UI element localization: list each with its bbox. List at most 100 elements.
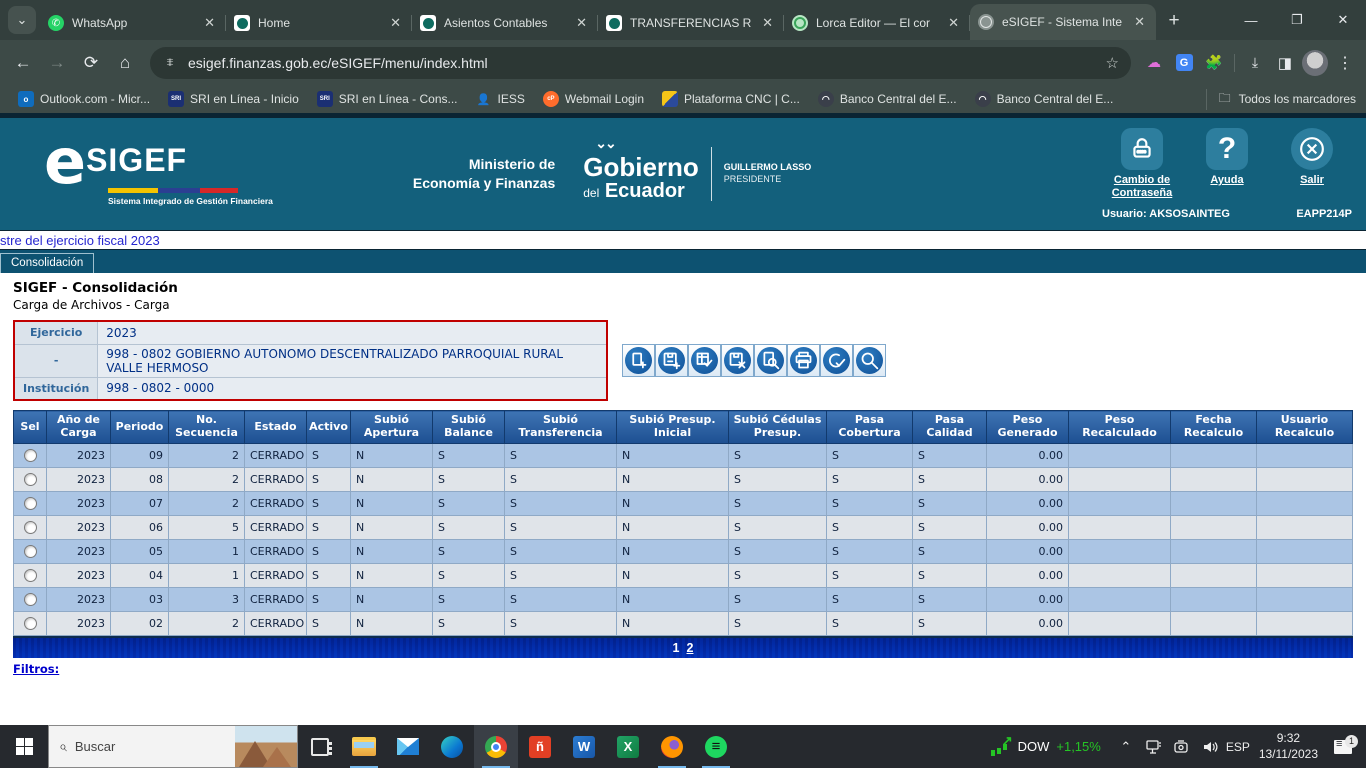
exit-button[interactable]: Salir	[1272, 128, 1352, 200]
task-view-taskbar-button[interactable]	[298, 725, 342, 768]
table-cell: N	[351, 564, 433, 588]
tab-close-icon[interactable]: ✕	[945, 15, 962, 31]
row-radio-button[interactable]	[24, 497, 37, 510]
table-cell	[1171, 588, 1257, 612]
language-indicator[interactable]: ESP	[1225, 727, 1251, 767]
window-close-button[interactable]: ✕	[1320, 0, 1366, 40]
carga-table: SelAño de CargaPeriodoNo. SecuenciaEstad…	[13, 410, 1353, 636]
bookmark-star-icon[interactable]: ☆	[1106, 54, 1119, 72]
taskbar-search-box[interactable]: ⌕ Buscar	[48, 725, 298, 768]
tab-close-icon[interactable]: ✕	[1131, 14, 1148, 30]
bookmark-item[interactable]: Banco Central del E...	[810, 88, 965, 110]
clock[interactable]: 9:32 13/11/2023	[1253, 731, 1324, 762]
profile-avatar[interactable]	[1302, 50, 1328, 76]
url-text[interactable]: esigef.finanzas.gob.ec/eSIGEF/menu/index…	[188, 55, 1096, 71]
new-tab-button[interactable]: +	[1160, 7, 1188, 35]
tab-close-icon[interactable]: ✕	[387, 15, 404, 31]
downloads-icon[interactable]: ⤓	[1242, 50, 1268, 76]
tab-close-icon[interactable]: ✕	[759, 15, 776, 31]
page-number-link[interactable]: 2	[687, 641, 694, 655]
stock-widget[interactable]: DOW +1,15%	[983, 738, 1109, 756]
save-upload-button[interactable]	[655, 344, 688, 377]
validate-grid-button[interactable]	[688, 344, 721, 377]
cast-icon[interactable]	[1169, 727, 1195, 767]
extensions-puzzle-icon[interactable]: 🧩	[1201, 50, 1227, 76]
notification-center-button[interactable]: 1	[1326, 740, 1360, 754]
file-explorer-taskbar-button[interactable]	[342, 725, 386, 768]
site-info-icon[interactable]: ⩨	[162, 55, 178, 71]
help-button[interactable]: ? Ayuda	[1187, 128, 1267, 200]
bookmark-item[interactable]: Plataforma CNC | C...	[654, 88, 808, 110]
consult-button[interactable]	[853, 344, 886, 377]
bookmark-label: Webmail Login	[565, 92, 644, 106]
word-taskbar-button[interactable]: W	[562, 725, 606, 768]
forward-button[interactable]: →	[42, 48, 72, 78]
row-radio-button[interactable]	[24, 521, 37, 534]
tab-close-icon[interactable]: ✕	[573, 15, 590, 31]
view-detail-button[interactable]	[754, 344, 787, 377]
row-select-cell	[14, 612, 47, 636]
browser-menu-icon[interactable]: ⋮	[1332, 50, 1358, 76]
bookmark-item[interactable]: Banco Central del E...	[967, 88, 1122, 110]
table-cell: 2	[169, 612, 245, 636]
user-label: Usuario: AKSOSAINTEG	[1102, 208, 1230, 220]
edge-taskbar-button[interactable]	[430, 725, 474, 768]
spotify-taskbar-button[interactable]	[694, 725, 738, 768]
translate-icon[interactable]: G	[1171, 50, 1197, 76]
address-bar[interactable]: ⩨ esigef.finanzas.gob.ec/eSIGEF/menu/ind…	[150, 47, 1131, 79]
volume-icon[interactable]	[1197, 727, 1223, 767]
bookmark-item[interactable]: SRI en Línea - Inicio	[160, 88, 307, 110]
bookmark-item[interactable]: Outlook.com - Micr...	[10, 88, 158, 110]
print-button[interactable]	[787, 344, 820, 377]
browser-tab[interactable]: Home✕	[226, 6, 412, 40]
mail-taskbar-button[interactable]	[386, 725, 430, 768]
window-minimize-button[interactable]: —	[1228, 0, 1274, 40]
table-cell: S	[913, 588, 987, 612]
nitro-pdf-taskbar-button[interactable]: ñ	[518, 725, 562, 768]
row-radio-button[interactable]	[24, 449, 37, 462]
row-radio-button[interactable]	[24, 473, 37, 486]
bookmark-label: Banco Central del E...	[840, 92, 957, 106]
browser-tab[interactable]: Lorca Editor — El cor✕	[784, 6, 970, 40]
validate-grid-icon	[691, 347, 718, 374]
start-button[interactable]	[0, 725, 48, 768]
filters-link[interactable]: Filtros:	[13, 662, 59, 676]
tray-chevron-icon[interactable]: ⌃	[1113, 727, 1139, 767]
browser-tab[interactable]: TRANSFERENCIAS RE✕	[598, 6, 784, 40]
browser-tab[interactable]: Asientos Contables✕	[412, 6, 598, 40]
tab-search-button[interactable]: ⌄	[8, 6, 36, 34]
table-header-row: SelAño de CargaPeriodoNo. SecuenciaEstad…	[14, 411, 1353, 444]
chrome-taskbar-button[interactable]	[474, 725, 518, 768]
change-password-button[interactable]: Cambio de Contraseña	[1102, 128, 1182, 200]
site-header: e SIGEF Sistema Integrado de Gestión Fin…	[0, 118, 1366, 230]
row-radio-button[interactable]	[24, 617, 37, 630]
back-button[interactable]: ←	[8, 48, 38, 78]
network-icon[interactable]	[1141, 727, 1167, 767]
windows-taskbar: ⌕ Buscar ñWX DOW +1,15% ⌃	[0, 725, 1366, 768]
search-daily-image[interactable]	[235, 726, 297, 767]
window-maximize-button[interactable]: ❐	[1274, 0, 1320, 40]
excel-taskbar-button[interactable]: X	[606, 725, 650, 768]
row-radio-button[interactable]	[24, 593, 37, 606]
firefox-taskbar-button[interactable]	[650, 725, 694, 768]
reload-button[interactable]: ⟳	[76, 48, 106, 78]
home-button[interactable]: ⌂	[110, 48, 140, 78]
bookmark-item[interactable]: Webmail Login	[535, 88, 652, 110]
row-radio-button[interactable]	[24, 545, 37, 558]
all-bookmarks-button[interactable]: 🗀 Todos los marcadores	[1206, 89, 1356, 110]
bookmark-item[interactable]: IESS	[468, 88, 533, 110]
bookmark-label: IESS	[498, 92, 525, 106]
extension-cloud-icon[interactable]: ☁	[1141, 50, 1167, 76]
bookmark-item[interactable]: SRI en Línea - Cons...	[309, 88, 466, 110]
browser-tab[interactable]: WhatsApp✕	[40, 6, 226, 40]
side-panel-icon[interactable]: ◨	[1272, 50, 1298, 76]
menu-tab-consolidacion[interactable]: Consolidación	[0, 253, 94, 273]
approve-button[interactable]	[820, 344, 853, 377]
tab-close-icon[interactable]: ✕	[201, 15, 218, 31]
table-cell: 2	[169, 492, 245, 516]
row-select-cell	[14, 564, 47, 588]
row-radio-button[interactable]	[24, 569, 37, 582]
delete-record-button[interactable]	[721, 344, 754, 377]
create-document-button[interactable]	[622, 344, 655, 377]
browser-tab[interactable]: eSIGEF - Sistema Inte✕	[970, 4, 1156, 40]
